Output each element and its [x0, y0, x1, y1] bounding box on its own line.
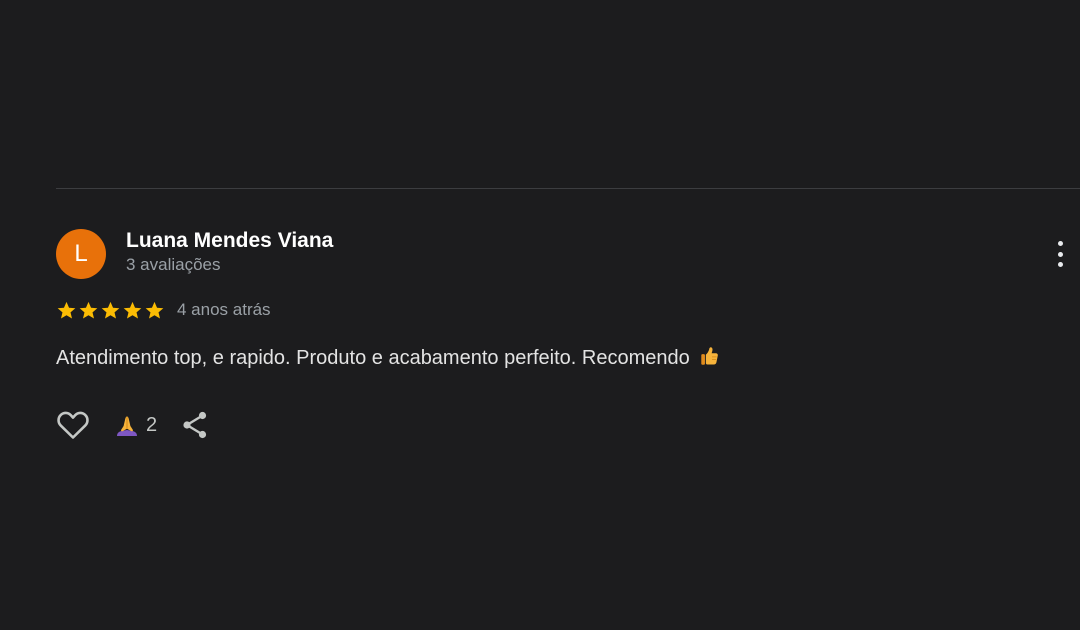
reviews-panel: L Luana Mendes Viana 3 avaliações 4 anos…: [0, 0, 1080, 630]
author-info: Luana Mendes Viana 3 avaliações: [126, 229, 333, 277]
review-text: Atendimento top, e rapido. Produto e aca…: [56, 343, 1080, 373]
heart-outline-icon: [57, 411, 89, 439]
divider: [56, 188, 1080, 189]
rating-row: 4 anos atrás: [56, 298, 1080, 322]
star-icon: [101, 301, 120, 319]
share-button[interactable]: [181, 410, 209, 440]
review-header: L Luana Mendes Viana 3 avaliações: [56, 229, 1080, 281]
like-button[interactable]: [56, 408, 90, 442]
reaction-button[interactable]: 2: [114, 412, 157, 438]
avatar[interactable]: L: [56, 229, 106, 279]
star-icon: [145, 301, 164, 319]
star-rating: [56, 300, 165, 321]
author-name[interactable]: Luana Mendes Viana: [126, 229, 333, 253]
star-icon: [57, 301, 76, 319]
thumbs-up-icon: [701, 347, 719, 365]
reaction-count: 2: [146, 413, 158, 436]
review-time: 4 anos atrás: [177, 300, 271, 319]
more-options-button[interactable]: [1050, 239, 1070, 269]
review-actions: 2: [56, 408, 1080, 442]
more-vert-icon-dot: [1057, 262, 1063, 267]
more-vert-icon: [1057, 241, 1063, 246]
star-icon: [123, 301, 142, 319]
author-review-count: 3 avaliações: [126, 255, 221, 274]
review-card: L Luana Mendes Viana 3 avaliações 4 anos…: [56, 229, 1080, 442]
share-icon: [183, 411, 207, 439]
more-vert-icon-dot: [1057, 251, 1063, 257]
folded-hands-icon: [117, 416, 137, 436]
star-icon: [79, 301, 98, 319]
review-text-content: Atendimento top, e rapido. Produto e aca…: [56, 347, 690, 369]
